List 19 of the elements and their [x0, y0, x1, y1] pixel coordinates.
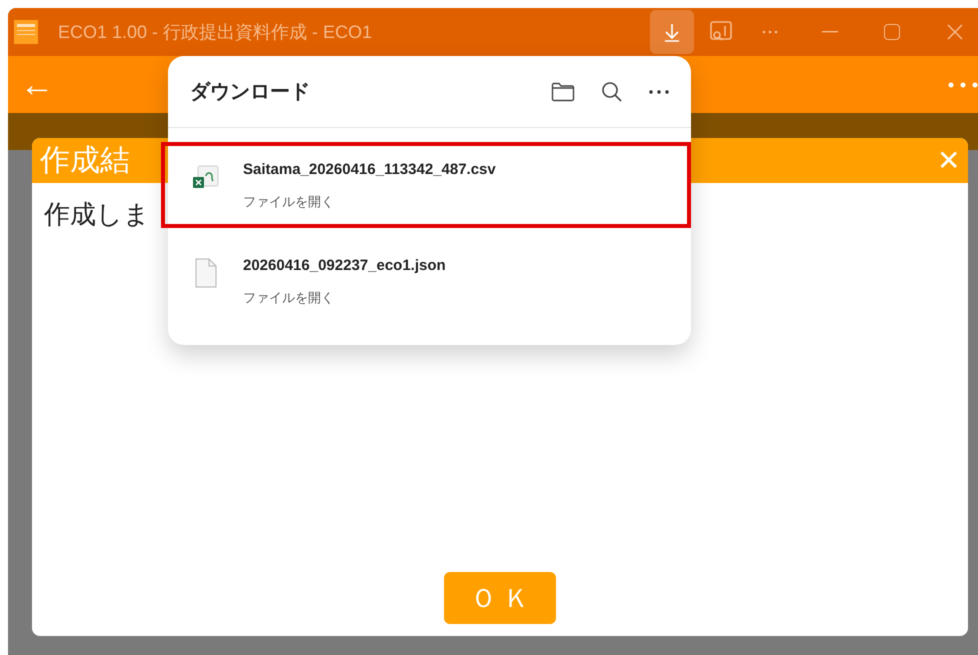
- folder-icon[interactable]: [551, 82, 575, 102]
- maximize-icon[interactable]: [884, 24, 900, 40]
- open-file-link[interactable]: ファイルを開く: [243, 288, 334, 307]
- dialog-message: 作成しま: [44, 199, 150, 229]
- search-icon[interactable]: [601, 80, 623, 102]
- app-logo-icon: [14, 20, 38, 44]
- download-item[interactable]: 20260416_092237_eco1.json ファイルを開く: [168, 238, 691, 324]
- dialog-title: 作成結: [40, 143, 130, 179]
- close-icon[interactable]: [946, 23, 964, 41]
- more-icon[interactable]: [649, 90, 669, 94]
- download-item[interactable]: Saitama_20260416_113342_487.csv ファイルを開く: [161, 142, 691, 228]
- spreadsheet-file-icon: [192, 164, 220, 190]
- open-file-link[interactable]: ファイルを開く: [243, 192, 334, 211]
- window-title: ECO1 1.00 - 行政提出資料作成 - ECO1: [58, 20, 372, 44]
- file-name: 20260416_092237_eco1.json: [243, 256, 446, 276]
- file-name: Saitama_20260416_113342_487.csv: [243, 160, 496, 180]
- file-icon: [194, 258, 218, 288]
- download-button[interactable]: [650, 10, 694, 54]
- downloads-title: ダウンロード: [190, 80, 310, 104]
